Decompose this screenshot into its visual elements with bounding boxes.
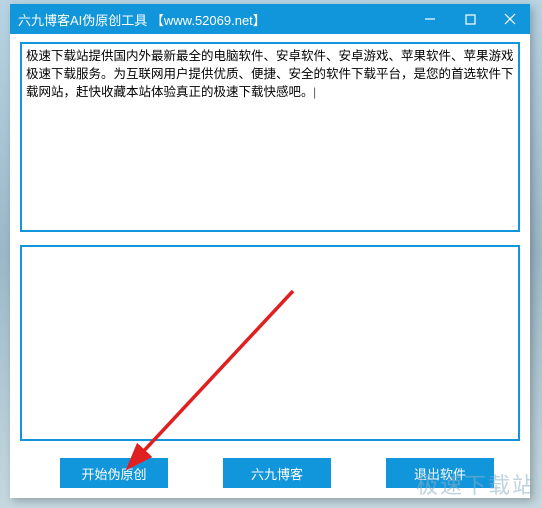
result-textarea[interactable] [20,245,520,441]
close-icon [504,13,516,25]
minimize-icon [424,13,436,25]
client-area: 开始伪原创 六九博客 退出软件 [10,34,530,498]
button-row: 开始伪原创 六九博客 退出软件 [20,458,520,488]
maximize-icon [465,14,476,25]
source-textarea[interactable] [20,42,520,232]
maximize-button[interactable] [450,4,490,34]
app-window: 六九博客AI伪原创工具 【www.52069.net】 开始伪原创 六九博客 退… [10,4,530,498]
window-title: 六九博客AI伪原创工具 【www.52069.net】 [18,10,266,29]
start-button[interactable]: 开始伪原创 [60,458,168,488]
titlebar: 六九博客AI伪原创工具 【www.52069.net】 [10,4,530,34]
minimize-button[interactable] [410,4,450,34]
close-button[interactable] [490,4,530,34]
window-controls [410,4,530,34]
blog-button[interactable]: 六九博客 [223,458,331,488]
exit-button[interactable]: 退出软件 [386,458,494,488]
